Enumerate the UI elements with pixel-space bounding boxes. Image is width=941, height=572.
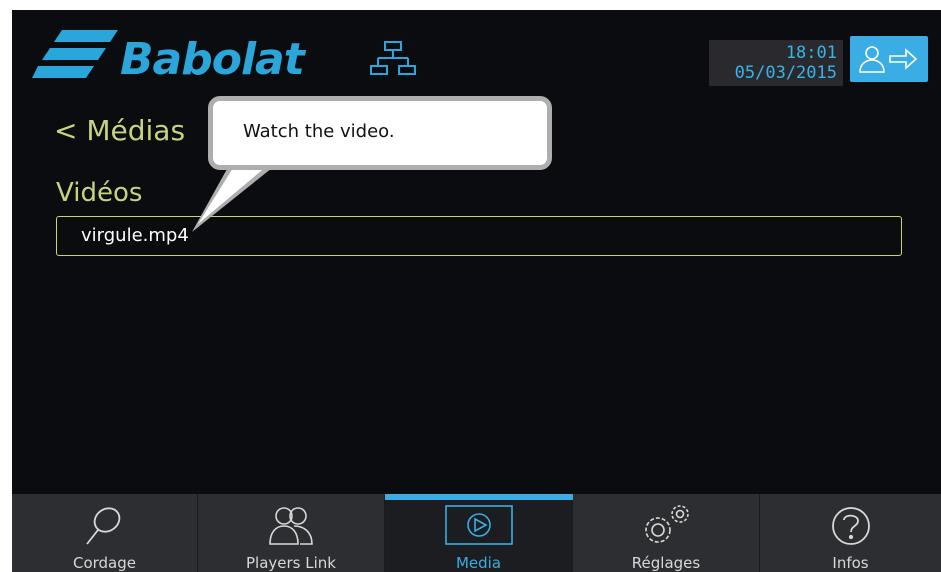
brand-logo: Babolat (32, 28, 432, 88)
nav-label-cordage: Cordage (72, 554, 137, 572)
gears-icon (645, 505, 689, 543)
brand-name: Babolat (120, 34, 305, 85)
players-icon (269, 507, 313, 545)
tooltip-text: Watch the video. (243, 121, 395, 142)
clock-display: 18:01 05/03/2015 (709, 40, 843, 86)
clock-time: 18:01 (785, 43, 837, 63)
racket-icon (85, 507, 120, 545)
nav-label-infos: Infos (832, 554, 869, 572)
back-to-medias-link[interactable]: < Médias (54, 114, 185, 147)
tooltip-pointer (192, 160, 282, 232)
app-screen: Babolat 18:01 05/03/2015 < Médias Vidéos… (12, 10, 941, 572)
nav-item-players-link[interactable]: Players Link (198, 494, 385, 572)
nav-label-reglages: Réglages (631, 554, 701, 572)
videos-section-title: Vidéos (56, 178, 143, 208)
bottom-nav: Cordage Players Link Media Réglages Info… (12, 494, 941, 572)
nav-item-reglages[interactable]: Réglages (573, 494, 760, 572)
babolat-stripes-icon (32, 30, 118, 78)
nav-item-cordage[interactable]: Cordage (12, 494, 198, 572)
logout-button[interactable] (850, 36, 928, 82)
nav-item-infos[interactable]: Infos (760, 494, 941, 572)
tooltip-bubble: Watch the video. (208, 96, 552, 170)
clock-date: 05/03/2015 (734, 63, 837, 83)
play-icon (444, 505, 513, 545)
nav-item-media[interactable]: Media (385, 494, 573, 572)
user-logout-icon (859, 46, 918, 73)
nav-label-players-link: Players Link (246, 554, 336, 572)
nav-label-media: Media (455, 554, 502, 572)
network-icon[interactable] (370, 40, 416, 80)
help-icon (831, 507, 870, 545)
active-tab-indicator (385, 494, 573, 500)
